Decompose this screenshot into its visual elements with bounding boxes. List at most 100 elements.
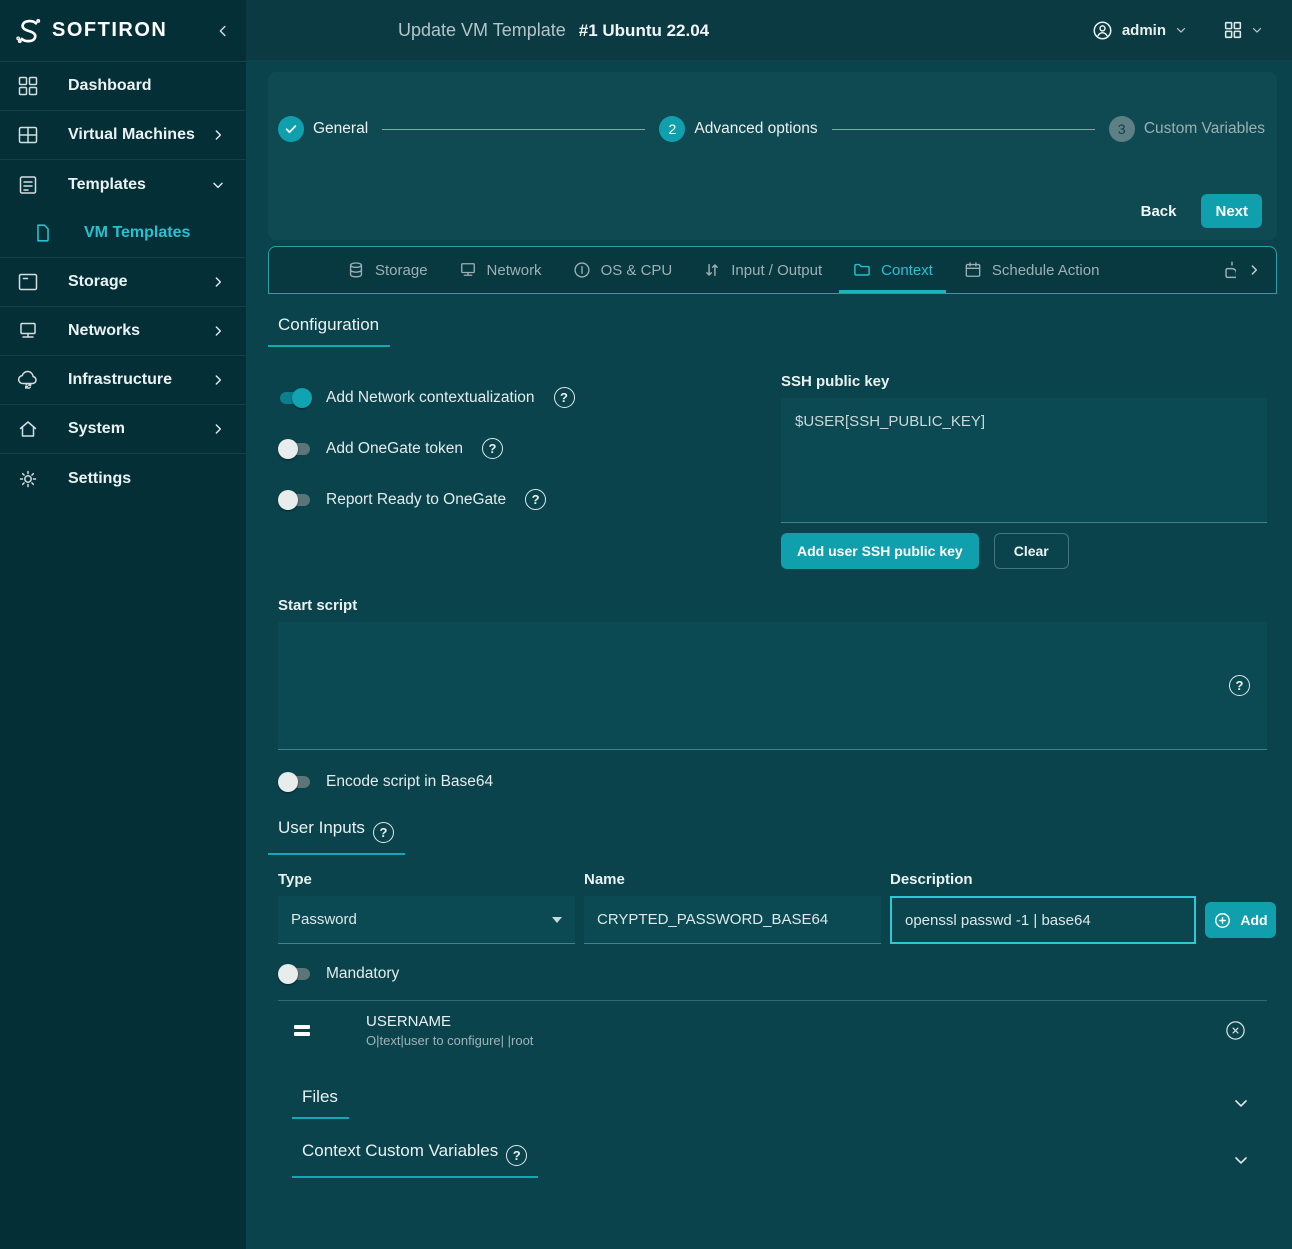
step-custom-variables[interactable]: 3 Custom Variables (1109, 116, 1265, 142)
toggle-row-report-ready: Report Ready to OneGate ? (278, 489, 781, 510)
ssh-public-key-block: SSH public key $USER[SSH_PUBLIC_KEY] Add… (781, 373, 1267, 569)
chevron-right-icon (210, 127, 226, 143)
help-icon[interactable]: ? (373, 822, 394, 843)
tab-input-output[interactable]: Input / Output (689, 247, 835, 293)
help-icon[interactable]: ? (506, 1145, 527, 1166)
top-header: Update VM Template #1 Ubuntu 22.04 admin (246, 0, 1292, 60)
help-icon[interactable]: ? (525, 489, 546, 510)
sidebar-item-dashboard[interactable]: Dashboard (0, 62, 246, 111)
sidebar-item-storage[interactable]: Storage (0, 258, 246, 307)
sidebar-item-settings[interactable]: Settings (0, 454, 246, 503)
storage-icon (16, 270, 40, 294)
user-name: admin (1122, 22, 1166, 39)
chevron-right-icon (210, 421, 226, 437)
page-title: Update VM Template #1 Ubuntu 22.04 (398, 20, 709, 41)
toggle-row-onegate-token: Add OneGate token ? (278, 438, 781, 459)
name-input[interactable] (584, 896, 881, 944)
user-input-row-text: USERNAME O|text|user to configure| |root (366, 1013, 533, 1048)
app-root: SOFTIRON Dashboard Virtual Machines (0, 0, 1292, 1249)
tab-context[interactable]: Context (839, 247, 946, 293)
add-user-input-button[interactable]: Add (1205, 902, 1276, 938)
custom-variables-section-header[interactable]: Context Custom Variables? (278, 1141, 1267, 1178)
remove-user-input-icon[interactable] (1224, 1019, 1247, 1042)
step-number: 2 (659, 116, 685, 142)
database-icon (346, 260, 366, 280)
wizard-stepper: General 2 Advanced options 3 Custom Vari… (268, 72, 1277, 142)
back-button[interactable]: Back (1131, 195, 1187, 228)
folder-icon (852, 260, 872, 280)
step-advanced-options[interactable]: 2 Advanced options (659, 116, 817, 142)
clear-ssh-key-button[interactable]: Clear (994, 533, 1069, 569)
tab-os-cpu[interactable]: OS & CPU (559, 247, 686, 293)
start-script-textarea[interactable] (278, 622, 1267, 750)
templates-icon (16, 173, 40, 197)
chevron-down-icon[interactable] (1231, 1093, 1251, 1113)
tab-network[interactable]: Network (445, 247, 555, 293)
sidebar-item-system[interactable]: System (0, 405, 246, 454)
help-icon[interactable]: ? (1229, 675, 1250, 696)
chevron-right-icon (210, 372, 226, 388)
toggle-row-encode-base64: Encode script in Base64 (278, 772, 1267, 792)
file-icon (32, 222, 54, 244)
user-avatar-icon (1091, 19, 1114, 42)
step-connector (832, 129, 1095, 130)
clipped-tab-icon[interactable] (1221, 259, 1236, 281)
chevron-right-icon (210, 323, 226, 339)
user-input-row-username: USERNAME O|text|user to configure| |root (278, 1001, 1267, 1059)
tabbar-overflow (1221, 247, 1276, 293)
add-user-ssh-key-button[interactable]: Add user SSH public key (781, 533, 979, 569)
infrastructure-icon (16, 368, 40, 392)
context-tabbar: Storage Network OS & CPU Input / Output (268, 246, 1277, 294)
ssh-buttons: Add user SSH public key Clear (781, 533, 1267, 569)
configuration-row: Add Network contextualization ? Add OneG… (278, 373, 1267, 569)
drag-handle-icon[interactable] (294, 1025, 310, 1036)
description-input[interactable] (890, 896, 1196, 944)
sidebar-item-templates[interactable]: Templates (0, 160, 246, 209)
step-general[interactable]: General (278, 116, 368, 142)
apps-menu-button[interactable] (1222, 19, 1264, 41)
toggle-row-mandatory: Mandatory (278, 964, 1267, 984)
sidebar-collapse-button[interactable] (214, 22, 232, 40)
type-label: Type (278, 871, 575, 888)
sidebar-nav: Dashboard Virtual Machines Templates (0, 62, 246, 503)
arrows-up-down-icon (702, 260, 722, 280)
onegate-token-toggle[interactable] (278, 439, 312, 459)
configuration-section-title: Configuration (268, 315, 390, 347)
user-menu-button[interactable]: admin (1091, 19, 1188, 42)
ssh-public-key-label: SSH public key (781, 373, 1267, 390)
toggle-row-network-contextualization: Add Network contextualization ? (278, 387, 781, 408)
ssh-public-key-textarea[interactable]: $USER[SSH_PUBLIC_KEY] (781, 398, 1267, 523)
encode-base64-toggle[interactable] (278, 772, 312, 792)
help-icon[interactable]: ? (482, 438, 503, 459)
step-connector (382, 129, 645, 130)
sidebar-item-networks[interactable]: Networks (0, 307, 246, 356)
chevron-down-icon[interactable] (1231, 1150, 1251, 1170)
sidebar-item-infrastructure[interactable]: Infrastructure (0, 356, 246, 405)
tab-schedule-action[interactable]: Schedule Action (950, 247, 1113, 293)
tab-storage[interactable]: Storage (333, 247, 441, 293)
type-field-block: Type Password (278, 871, 575, 944)
type-select[interactable]: Password (278, 896, 575, 944)
name-field-block: Name (584, 871, 881, 944)
mandatory-toggle[interactable] (278, 964, 312, 984)
sidebar-item-virtual-machines[interactable]: Virtual Machines (0, 111, 246, 160)
files-section-header[interactable]: Files (278, 1087, 1267, 1119)
apps-grid-icon (1222, 19, 1244, 41)
info-circle-icon (572, 260, 592, 280)
sidebar-item-vm-templates[interactable]: VM Templates (0, 209, 246, 258)
wizard-stepper-card: General 2 Advanced options 3 Custom Vari… (268, 72, 1277, 240)
page-title-entity: #1 Ubuntu 22.04 (579, 21, 709, 41)
plus-circle-icon (1213, 911, 1232, 930)
user-inputs-header: User Inputs? (278, 818, 1267, 855)
network-contextualization-toggle[interactable] (278, 388, 312, 408)
report-ready-toggle[interactable] (278, 490, 312, 510)
name-label: Name (584, 871, 881, 888)
tabs-scroll-right-button[interactable] (1246, 262, 1262, 278)
softiron-logo-icon (14, 16, 44, 46)
wizard-actions: Back Next (1131, 194, 1262, 228)
help-icon[interactable]: ? (554, 387, 575, 408)
chevron-down-icon (210, 177, 226, 193)
networks-icon (16, 319, 40, 343)
next-button[interactable]: Next (1201, 194, 1262, 228)
monitor-icon (458, 260, 478, 280)
